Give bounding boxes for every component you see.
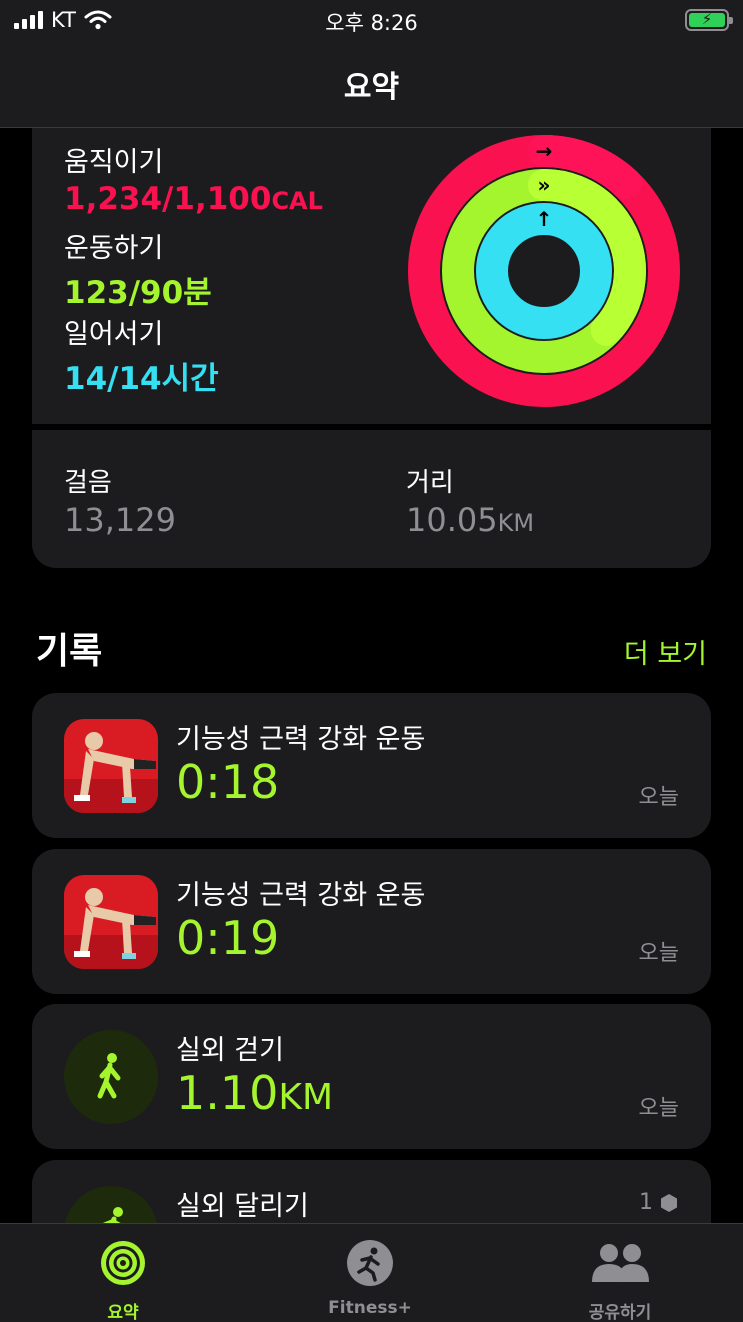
walk-icon [64,1030,158,1124]
tab-sharing[interactable]: 공유하기 [540,1238,700,1322]
distance-value: 10.05KM [406,501,535,539]
steps-stat: 걸음 13,129 [64,462,176,539]
workout-name: 기능성 근력 강화 운동 [176,724,426,755]
status-bar: KT 오후 8:26 ⚡ [0,0,743,40]
tab-sharing-label: 공유하기 [588,1303,652,1322]
fitness-plus-runner-icon [347,1240,393,1286]
battery-charging-icon: ⚡ [685,9,733,31]
stand-value: 14/14시간 [64,361,219,397]
stand-ring-arrow-icon: ↑ [536,207,553,231]
history-heading: 기록 [36,631,103,672]
move-label: 움직이기 [64,147,164,178]
steps-label: 걸음 [64,468,112,498]
exercise-value: 123/90분 [64,275,212,311]
workout-card[interactable]: 실외 달리기 1 [32,1160,711,1223]
move-stat: 움직이기 1,234/1,100CAL [64,140,323,217]
exercise-stat: 운동하기 123/90분 [64,226,212,312]
pushup-icon [64,719,158,813]
tab-fitness-plus[interactable]: Fitness+ [290,1238,450,1318]
award-badge-icon [661,1193,677,1212]
tab-fitness-plus-label: Fitness+ [328,1298,412,1318]
stand-label: 일어서기 [64,319,164,350]
move-ring-arrow-icon: → [536,139,553,163]
workout-name: 실외 걷기 [176,1035,284,1066]
workout-card[interactable]: 기능성 근력 강화 운동 0:19 오늘 [32,849,711,994]
steps-value: 13,129 [64,501,176,539]
tab-summary-label: 요약 [107,1303,139,1322]
see-more-link[interactable]: 더 보기 [624,632,707,671]
exercise-ring-arrow-icon: » [538,173,551,197]
run-icon [64,1186,158,1223]
activity-rings-card[interactable]: 움직이기 1,234/1,100CAL 운동하기 123/90분 일어서기 14… [32,128,711,424]
workout-value: 1.10KM [176,1066,334,1120]
distance-stat: 거리 10.05KM [406,462,534,539]
workout-value: 0:19 [176,911,280,965]
exercise-label: 운동하기 [64,233,164,264]
steps-distance-card: 걸음 13,129 거리 10.05KM [32,430,711,568]
nav-header: 요약 [0,40,743,128]
workout-name: 기능성 근력 강화 운동 [176,880,426,911]
move-value: 1,234/1,100CAL [64,181,323,217]
workout-date: 오늘 [638,785,679,810]
summary-rings-icon [101,1241,145,1285]
workout-count: 1 [639,1190,679,1215]
workout-value: 0:18 [176,755,280,809]
sharing-people-icon [592,1244,649,1282]
tab-bar: 요약 Fitness+ 공유하기 [0,1223,743,1322]
stand-ring [476,203,612,339]
stand-stat: 일어서기 14/14시간 [64,312,219,398]
pushup-icon [64,875,158,969]
distance-label: 거리 [406,468,454,498]
workout-name: 실외 달리기 [176,1191,309,1222]
workout-unit: KM [278,1077,334,1118]
distance-unit: KM [497,509,535,537]
workout-date: 오늘 [638,1096,679,1121]
workout-card[interactable]: 기능성 근력 강화 운동 0:18 오늘 [32,693,711,838]
status-time: 오후 8:26 [325,11,418,35]
workout-card[interactable]: 실외 걷기 1.10KM 오늘 [32,1004,711,1149]
move-unit: CAL [271,187,323,215]
workout-date: 오늘 [638,941,679,966]
tab-summary[interactable]: 요약 [43,1238,203,1322]
page-title: 요약 [343,70,400,105]
activity-rings: → » ↑ [408,135,680,407]
